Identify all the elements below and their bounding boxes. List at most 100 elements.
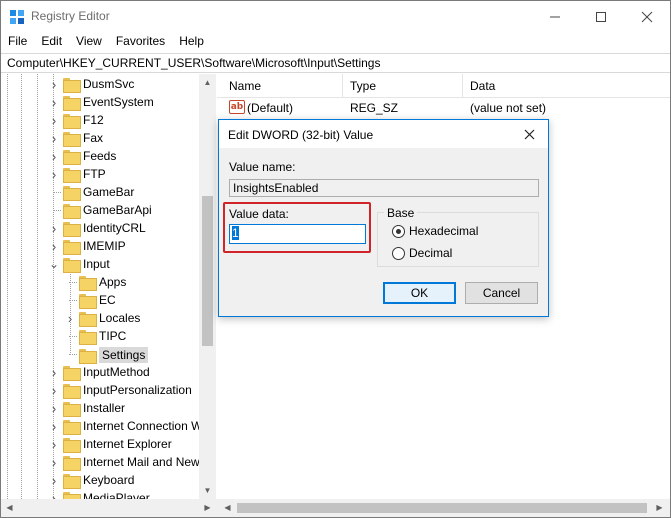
expand-chevron-icon[interactable]: › [49,95,59,110]
tree-item-label: Installer [83,401,126,415]
minimize-button[interactable] [532,1,578,32]
tree-item-label: InputMethod [83,365,150,379]
tree-item[interactable]: › IMEMIP [1,237,199,255]
tree-item[interactable]: › Internet Connection W [1,417,202,435]
scroll-up-icon[interactable]: ▲ [199,74,216,91]
column-type[interactable]: Type [350,79,376,93]
tree-item[interactable]: Settings [1,345,199,364]
maximize-button[interactable] [578,1,624,32]
ok-button[interactable]: OK [383,282,456,304]
tree-guide-line [69,336,77,337]
tree-item[interactable]: › InputMethod [1,363,199,381]
radio-unchecked-icon [392,246,405,260]
radio-decimal[interactable]: Decimal [392,246,452,260]
value-name: (Default) [247,101,294,115]
folder-icon [63,455,81,471]
menu-view[interactable]: View [69,32,109,52]
expand-chevron-icon[interactable]: › [49,455,59,470]
folder-icon [63,239,81,255]
scroll-left-icon[interactable]: ◀ [1,499,18,516]
tree-item[interactable]: › Internet Explorer [1,435,199,453]
tree-item[interactable]: Apps [1,273,199,291]
expand-chevron-icon[interactable]: › [49,365,59,380]
address-bar[interactable]: Computer\HKEY_CURRENT_USER\Software\Micr… [1,53,670,73]
tree-item[interactable]: › FTP [1,165,199,183]
menu-bar: File Edit View Favorites Help [1,32,211,52]
tree-item[interactable]: › Keyboard [1,471,199,489]
tree-item[interactable]: › Locales [1,309,199,327]
expand-chevron-icon[interactable]: › [49,113,59,128]
folder-icon [63,365,81,381]
expand-chevron-icon[interactable]: › [49,383,59,398]
tree-item[interactable]: › Fax [1,129,199,147]
tree-item-label: Apps [99,275,127,289]
scroll-right-icon[interactable]: ▶ [651,499,668,516]
menu-file[interactable]: File [1,32,34,52]
column-divider[interactable] [342,74,343,98]
tree-item[interactable]: › InputPersonalization [1,381,199,399]
expand-chevron-icon[interactable]: › [49,401,59,416]
value-data-input[interactable]: 1 [229,224,366,244]
radio-hexadecimal[interactable]: Hexadecimal [392,224,478,238]
close-icon [524,129,534,139]
expand-chevron-icon[interactable]: › [65,311,75,326]
tree-item[interactable]: › Installer [1,399,199,417]
tree-item[interactable]: › EventSystem [1,93,199,111]
scroll-down-icon[interactable]: ▼ [199,482,216,499]
tree-item-label: Fax [83,131,104,145]
expand-chevron-icon[interactable]: › [49,419,59,434]
horizontal-scrollbar[interactable]: ◀ ▶ ◀ ▶ [1,499,670,517]
tree-item[interactable]: TIPC [1,327,199,345]
collapse-chevron-icon[interactable]: ⌄ [49,257,59,271]
tree-guide-line [69,282,77,283]
scroll-left-icon[interactable]: ◀ [219,499,236,516]
horizontal-scroll-thumb[interactable] [237,503,647,513]
menu-favorites[interactable]: Favorites [109,32,172,52]
tree-item[interactable]: › Feeds [1,147,199,165]
tree-item[interactable]: › F12 [1,111,199,129]
column-divider[interactable] [462,74,463,98]
close-button[interactable] [624,1,670,32]
dialog-title-bar[interactable]: Edit DWORD (32-bit) Value [219,120,548,148]
tree-item[interactable]: › Internet Mail and New [1,453,200,471]
radio-hexadecimal-label: Hexadecimal [409,224,479,238]
expand-chevron-icon[interactable]: › [49,131,59,146]
folder-icon [79,311,97,327]
tree-item[interactable]: ⌄ Input [1,255,199,273]
column-name[interactable]: Name [229,79,261,93]
tree-item[interactable]: › IdentityCRL [1,219,199,237]
value-type: REG_SZ [350,101,399,115]
tree-scroll-thumb[interactable] [202,196,213,346]
tree-item-label: TIPC [99,329,127,343]
expand-chevron-icon[interactable]: › [49,77,59,92]
value-name-field[interactable]: InsightsEnabled [229,179,539,197]
key-tree: › DusmSvc › EventSystem › F12 › Fax › Feeds › FTP Ga… [1,74,216,499]
dialog-close-button[interactable] [521,126,537,142]
tree-item[interactable]: GameBarApi [1,201,199,219]
expand-chevron-icon[interactable]: › [49,221,59,236]
expand-chevron-icon[interactable]: › [49,473,59,488]
tree-item-label: FTP [83,167,106,181]
expand-chevron-icon[interactable]: › [49,437,59,452]
column-data[interactable]: Data [470,79,495,93]
scroll-right-icon[interactable]: ▶ [199,499,216,516]
title-bar[interactable]: Registry Editor [1,1,670,32]
expand-chevron-icon[interactable]: › [49,149,59,164]
expand-chevron-icon[interactable]: › [49,239,59,254]
tree-item-label: GameBarApi [83,203,152,217]
menu-help[interactable]: Help [172,32,211,52]
folder-icon [63,437,81,453]
tree-item[interactable]: GameBar [1,183,199,201]
folder-icon [63,77,81,93]
tree-vertical-scrollbar[interactable]: ▲ ▼ [199,74,216,499]
folder-icon [79,293,97,309]
expand-chevron-icon[interactable]: › [49,167,59,182]
menu-edit[interactable]: Edit [34,32,69,52]
window-title: Registry Editor [31,9,110,23]
cancel-button[interactable]: Cancel [465,282,538,304]
radio-checked-icon [392,224,405,238]
tree-item[interactable]: › DusmSvc [1,75,199,93]
tree-item[interactable]: › MediaPlayer [1,489,199,499]
list-row[interactable]: ab (Default) REG_SZ (value not set) [217,99,670,117]
tree-item[interactable]: EC [1,291,199,309]
